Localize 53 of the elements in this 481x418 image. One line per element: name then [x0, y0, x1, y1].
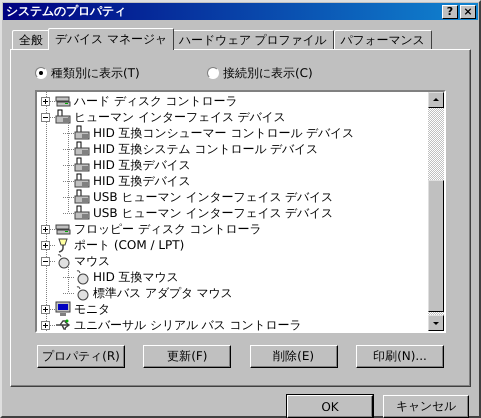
- scrollbar[interactable]: [428, 92, 444, 331]
- expand-icon[interactable]: [41, 224, 50, 234]
- device-item[interactable]: USB ヒューマン インターフェイス デバイス: [93, 204, 334, 222]
- device-icon: [74, 205, 90, 221]
- tab[interactable]: 全般: [12, 30, 50, 49]
- device-category[interactable]: マウス: [74, 252, 110, 270]
- scroll-down-icon[interactable]: [428, 315, 444, 331]
- device-item[interactable]: HID 互換システム コントロール デバイス: [93, 140, 318, 158]
- device-icon: [74, 141, 90, 157]
- action-button[interactable]: 削除(E): [250, 345, 338, 368]
- device-icon: [74, 173, 90, 189]
- radio-label[interactable]: 種類別に表示(T): [51, 64, 140, 82]
- device-item[interactable]: HID 互換デバイス: [93, 172, 191, 190]
- action-button[interactable]: 更新(F): [143, 345, 232, 368]
- expand-icon[interactable]: [41, 96, 50, 106]
- expand-icon[interactable]: [41, 240, 50, 250]
- mouse-icon: [55, 253, 71, 269]
- tab[interactable]: パフォーマンス: [334, 30, 432, 49]
- collapse-icon[interactable]: [41, 256, 50, 266]
- cancel-button[interactable]: キャンセル: [383, 395, 469, 418]
- tab[interactable]: デバイス マネージャ: [48, 28, 174, 50]
- device-category[interactable]: ヒューマン インターフェイス デバイス: [74, 108, 286, 126]
- device-category[interactable]: ポート (COM / LPT): [74, 236, 184, 254]
- radio-label[interactable]: 接続別に表示(C): [223, 64, 313, 82]
- monitor-icon: [55, 301, 71, 317]
- device-item[interactable]: USB ヒューマン インターフェイス デバイス: [93, 188, 334, 206]
- device-item[interactable]: HID 互換コンシューマー コントロール デバイス: [93, 124, 354, 142]
- expand-icon[interactable]: [41, 304, 50, 314]
- device-icon: [74, 157, 90, 173]
- scroll-up-icon[interactable]: [428, 92, 444, 108]
- action-button[interactable]: 印刷(N)...: [356, 345, 444, 368]
- ok-button[interactable]: OK: [287, 395, 373, 418]
- action-button[interactable]: プロパティ(R): [37, 345, 125, 368]
- device-category[interactable]: フロッピー ディスク コントローラ: [74, 220, 262, 238]
- device-category[interactable]: ハード ディスク コントローラ: [74, 92, 238, 110]
- device-item[interactable]: HID 互換デバイス: [93, 156, 191, 174]
- help-button[interactable]: ?: [442, 4, 458, 18]
- device-icon: [74, 125, 90, 141]
- device-icon: [74, 189, 90, 205]
- mouse-icon: [74, 285, 90, 301]
- device-item[interactable]: HID 互換マウス: [93, 268, 179, 286]
- device-category[interactable]: モニタ: [74, 300, 110, 318]
- device-category[interactable]: ユニバーサル シリアル バス コントローラ: [74, 316, 302, 334]
- close-button[interactable]: ×: [460, 4, 476, 18]
- device-icon: [55, 109, 71, 125]
- expand-icon[interactable]: [41, 320, 50, 330]
- collapse-icon[interactable]: [41, 112, 50, 122]
- radio-button[interactable]: [35, 67, 47, 79]
- device-item[interactable]: 標準バス アダプタ マウス: [93, 284, 233, 302]
- radio-button[interactable]: [207, 67, 219, 79]
- mouse-icon: [74, 269, 90, 285]
- window-title: システムのプロパティ: [6, 3, 127, 20]
- tab[interactable]: ハードウェア プロファイル: [172, 30, 334, 49]
